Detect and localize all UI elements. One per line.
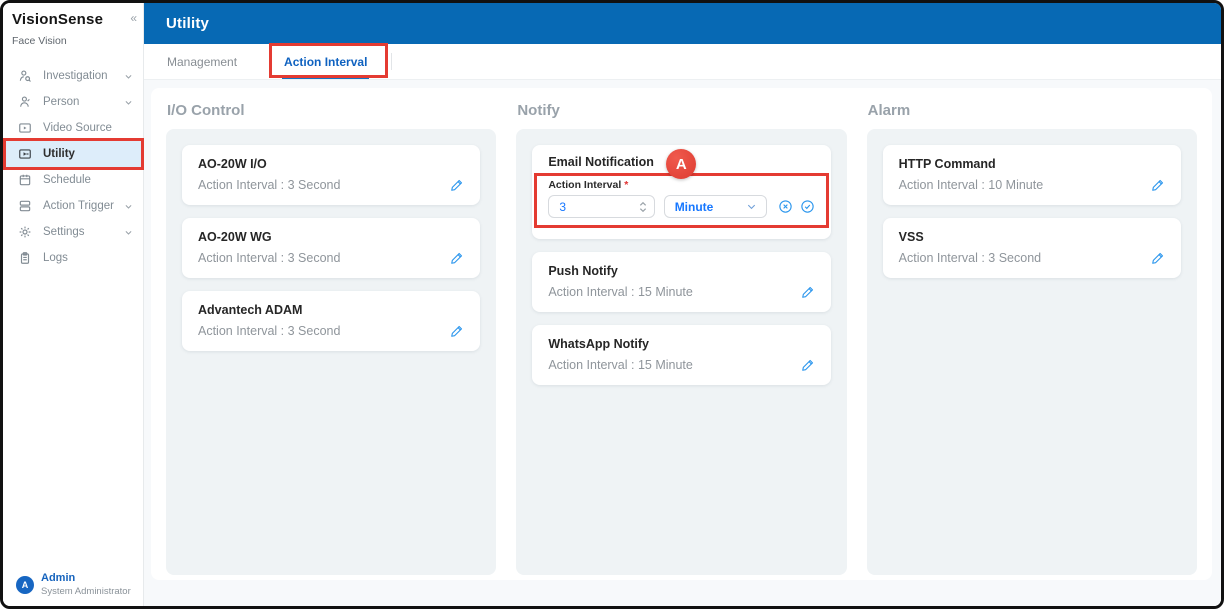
play-box-icon [18,147,32,161]
sidebar-item-label: Person [43,96,79,108]
alarm-panel: HTTP Command Action Interval : 10 Minute… [867,129,1197,575]
user-search-icon [18,69,32,83]
annotation-rect-form: Action Interval* 3 [534,173,828,228]
card-title: Push Notify [548,264,814,278]
column-io-control: I/O Control AO-20W I/O Action Interval :… [166,100,496,575]
cancel-icon[interactable] [778,199,793,214]
user-role: System Administrator [41,586,131,597]
sidebar-item-action-trigger[interactable]: Action Trigger [3,193,143,219]
sidebar-item-video-source[interactable]: Video Source [3,115,143,141]
card-title: WhatsApp Notify [548,337,814,351]
card-title: VSS [899,230,1165,244]
edit-icon[interactable] [1151,251,1165,265]
column-heading: Notify [517,102,846,119]
column-notify: Notify Email Notification A Action Inter… [516,100,846,575]
card-title: AO-20W WG [198,230,464,244]
sidebar-item-label: Investigation [43,70,108,82]
sidebar-item-utility[interactable]: Utility [3,141,143,167]
sidebar-collapse-icon[interactable]: « [130,11,137,25]
card-advantech-adam: Advantech ADAM Action Interval : 3 Secon… [182,291,480,351]
confirm-icon[interactable] [800,199,815,214]
app-title: VisionSense [12,11,103,28]
card-subtitle: Action Interval : 3 Second [198,251,340,265]
sidebar: VisionSense « Face Vision Investigation … [3,3,144,606]
video-icon [18,121,32,135]
page-title: Utility [166,15,209,32]
app-window: VisionSense « Face Vision Investigation … [0,0,1224,609]
column-alarm: Alarm HTTP Command Action Interval : 10 … [867,100,1197,575]
tab-divider [391,53,392,70]
card-title: AO-20W I/O [198,157,464,171]
sidebar-item-schedule[interactable]: Schedule [3,167,143,193]
card-vss: VSS Action Interval : 3 Second [883,218,1181,278]
tab-management[interactable]: Management [167,44,237,79]
card-subtitle: Action Interval : 3 Second [198,178,340,192]
chevron-down-icon [124,98,133,107]
input-value: 3 [559,200,566,214]
sidebar-item-label: Schedule [43,174,91,186]
app-subtitle: Face Vision [3,28,143,47]
clipboard-icon [18,251,32,265]
card-subtitle: Action Interval : 15 Minute [548,285,693,299]
notify-panel: Email Notification A Action Interval* 3 [516,129,846,575]
card-subtitle: Action Interval : 3 Second [198,324,340,338]
card-subtitle: Action Interval : 15 Minute [548,358,693,372]
edit-icon[interactable] [450,251,464,265]
avatar: A [16,576,34,594]
card-title: HTTP Command [899,157,1165,171]
email-notification-card: Email Notification A Action Interval* 3 [532,145,830,239]
card-http-command: HTTP Command Action Interval : 10 Minute [883,145,1181,205]
required-asterisk: * [624,179,628,191]
action-interval-label: Action Interval* [548,179,814,191]
chevron-down-icon [124,228,133,237]
user-name: Admin [41,572,131,584]
sidebar-item-label: Action Trigger [43,200,114,212]
content-sheet: I/O Control AO-20W I/O Action Interval :… [151,88,1212,580]
card-whatsapp-notify: WhatsApp Notify Action Interval : 15 Min… [532,325,830,385]
card-ao-20w-wg: AO-20W WG Action Interval : 3 Second [182,218,480,278]
card-ao-20w-io: AO-20W I/O Action Interval : 3 Second [182,145,480,205]
sidebar-item-settings[interactable]: Settings [3,219,143,245]
edit-icon[interactable] [450,178,464,192]
chevron-down-icon [124,202,133,211]
edit-icon[interactable] [450,324,464,338]
chevron-down-icon [746,201,757,212]
stepper-arrows-icon[interactable] [639,201,647,213]
main-area: Utility Management Action Interval I/O C… [144,3,1221,606]
column-heading: I/O Control [167,102,496,119]
gear-icon [18,225,32,239]
card-push-notify: Push Notify Action Interval : 15 Minute [532,252,830,312]
sidebar-item-label: Utility [43,148,75,160]
active-tab-indicator [282,76,369,79]
chevron-down-icon [124,72,133,81]
interval-unit-select[interactable]: Minute [664,195,767,218]
layers-icon [18,199,32,213]
page-header: Utility [144,3,1221,44]
sidebar-item-person[interactable]: Person [3,89,143,115]
content-area: I/O Control AO-20W I/O Action Interval :… [144,80,1221,606]
column-heading: Alarm [868,102,1197,119]
tab-label: Action Interval [284,55,367,69]
sidebar-item-investigation[interactable]: Investigation [3,63,143,89]
action-interval-value-input[interactable]: 3 [548,195,654,218]
card-title: Advantech ADAM [198,303,464,317]
tab-action-interval[interactable]: Action Interval [284,44,367,79]
card-subtitle: Action Interval : 10 Minute [899,178,1044,192]
sidebar-item-label: Video Source [43,122,112,134]
tab-bar: Management Action Interval [144,44,1221,80]
calendar-icon [18,173,32,187]
edit-icon[interactable] [801,285,815,299]
edit-icon[interactable] [801,358,815,372]
sidebar-item-label: Logs [43,252,68,264]
select-value: Minute [675,200,714,214]
sidebar-menu: Investigation Person Video Source [3,63,143,271]
edit-icon[interactable] [1151,178,1165,192]
person-icon [18,95,32,109]
card-subtitle: Action Interval : 3 Second [899,251,1041,265]
user-profile[interactable]: A Admin System Administrator [16,572,131,597]
sidebar-item-logs[interactable]: Logs [3,245,143,271]
io-control-panel: AO-20W I/O Action Interval : 3 Second AO… [166,129,496,575]
sidebar-item-label: Settings [43,226,85,238]
